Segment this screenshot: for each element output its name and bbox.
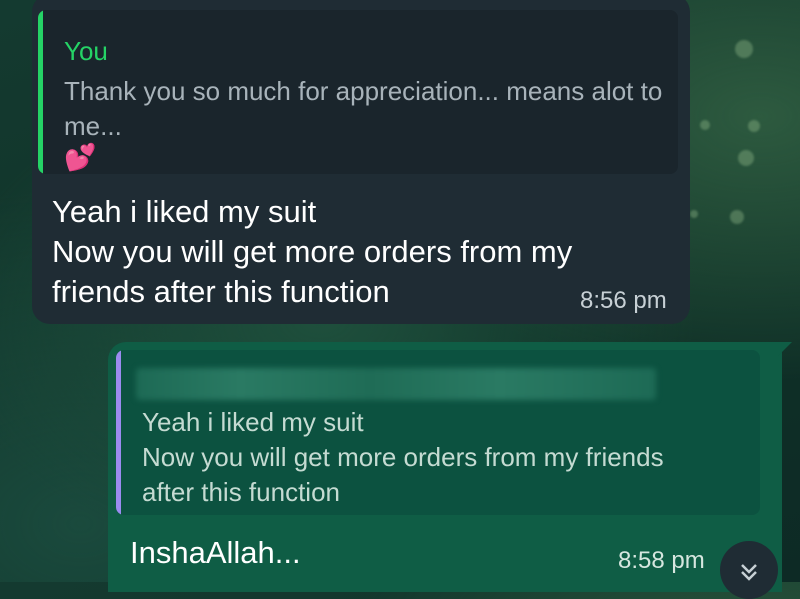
double-chevron-down-icon	[738, 555, 760, 585]
quote-text: Yeah i liked my suit Now you will get mo…	[142, 405, 752, 510]
outgoing-message-time: 8:58 pm	[618, 547, 705, 574]
message-line: Yeah i liked my suit	[52, 194, 317, 229]
quoted-reply-incoming[interactable]: You Thank you so much for appreciation..…	[38, 10, 678, 174]
hearts-emoji: 💕	[64, 142, 97, 172]
quoted-reply-outgoing[interactable]: Yeah i liked my suit Now you will get mo…	[116, 350, 760, 515]
incoming-message-text: Yeah i liked my suit Now you will get mo…	[52, 192, 652, 312]
redacted-quote-author	[136, 368, 656, 400]
message-line: friends after this function	[52, 274, 390, 309]
message-line: Now you will get more orders from my	[52, 234, 573, 269]
bubble-tail	[778, 342, 792, 356]
quote-accent-bar	[38, 10, 43, 174]
quote-text: Thank you so much for appreciation... me…	[64, 76, 663, 141]
quote-line: Yeah i liked my suit	[142, 407, 364, 437]
quote-line: Now you will get more orders from my fri…	[142, 442, 664, 472]
incoming-message-time: 8:56 pm	[580, 287, 667, 314]
outgoing-message-text: InshaAllah...	[130, 535, 301, 570]
quote-line: after this function	[142, 477, 340, 507]
scroll-to-bottom-button[interactable]	[720, 541, 778, 599]
quote-accent-bar	[116, 350, 121, 515]
quote-author: You	[64, 36, 108, 66]
